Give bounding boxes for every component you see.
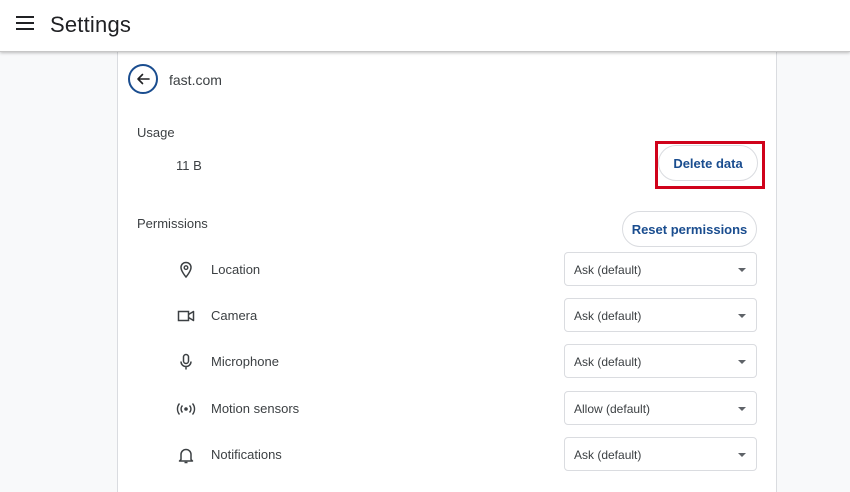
select-value: Ask (default) xyxy=(574,355,642,369)
microphone-select[interactable]: Ask (default) xyxy=(564,344,757,378)
usage-value: 11 B xyxy=(176,158,202,173)
permission-label: Motion sensors xyxy=(211,401,300,416)
microphone-icon xyxy=(176,352,196,372)
permission-label: Notifications xyxy=(211,447,282,462)
permissions-heading: Permissions xyxy=(137,216,208,231)
select-value: Ask (default) xyxy=(574,448,642,462)
delete-data-button[interactable]: Delete data xyxy=(658,145,758,181)
permission-row-microphone: Microphone Ask (default) xyxy=(118,344,778,380)
select-value: Ask (default) xyxy=(574,263,642,277)
top-bar: Settings xyxy=(0,0,850,52)
select-value: Ask (default) xyxy=(574,309,642,323)
back-button[interactable] xyxy=(128,64,158,94)
arrow-back-icon xyxy=(137,73,150,85)
camera-icon xyxy=(176,306,196,326)
select-value: Allow (default) xyxy=(574,402,651,416)
caret-down-icon xyxy=(738,453,746,457)
permission-row-notifications: Notifications Ask (default) xyxy=(118,437,778,473)
caret-down-icon xyxy=(738,407,746,411)
permission-label: Microphone xyxy=(211,354,279,369)
caret-down-icon xyxy=(738,268,746,272)
bell-icon xyxy=(176,445,196,465)
location-pin-icon xyxy=(176,260,196,280)
site-details-card: fast.com Usage 11 B Delete data Permissi… xyxy=(117,52,777,492)
permission-row-location: Location Ask (default) xyxy=(118,252,778,288)
location-select[interactable]: Ask (default) xyxy=(564,252,757,286)
site-name: fast.com xyxy=(169,72,222,88)
reset-permissions-button[interactable]: Reset permissions xyxy=(622,211,757,247)
permission-label: Camera xyxy=(211,308,258,323)
motion-sensors-icon xyxy=(176,399,196,419)
permission-row-motion-sensors: Motion sensors Allow (default) xyxy=(118,391,778,427)
camera-select[interactable]: Ask (default) xyxy=(564,298,757,332)
caret-down-icon xyxy=(738,314,746,318)
caret-down-icon xyxy=(738,360,746,364)
permission-row-camera: Camera Ask (default) xyxy=(118,298,778,334)
page-title: Settings xyxy=(50,12,132,37)
notifications-select[interactable]: Ask (default) xyxy=(564,437,757,471)
usage-heading: Usage xyxy=(137,125,175,140)
permission-label: Location xyxy=(211,262,261,277)
motion-sensors-select[interactable]: Allow (default) xyxy=(564,391,757,425)
hamburger-menu-icon[interactable] xyxy=(16,16,34,30)
